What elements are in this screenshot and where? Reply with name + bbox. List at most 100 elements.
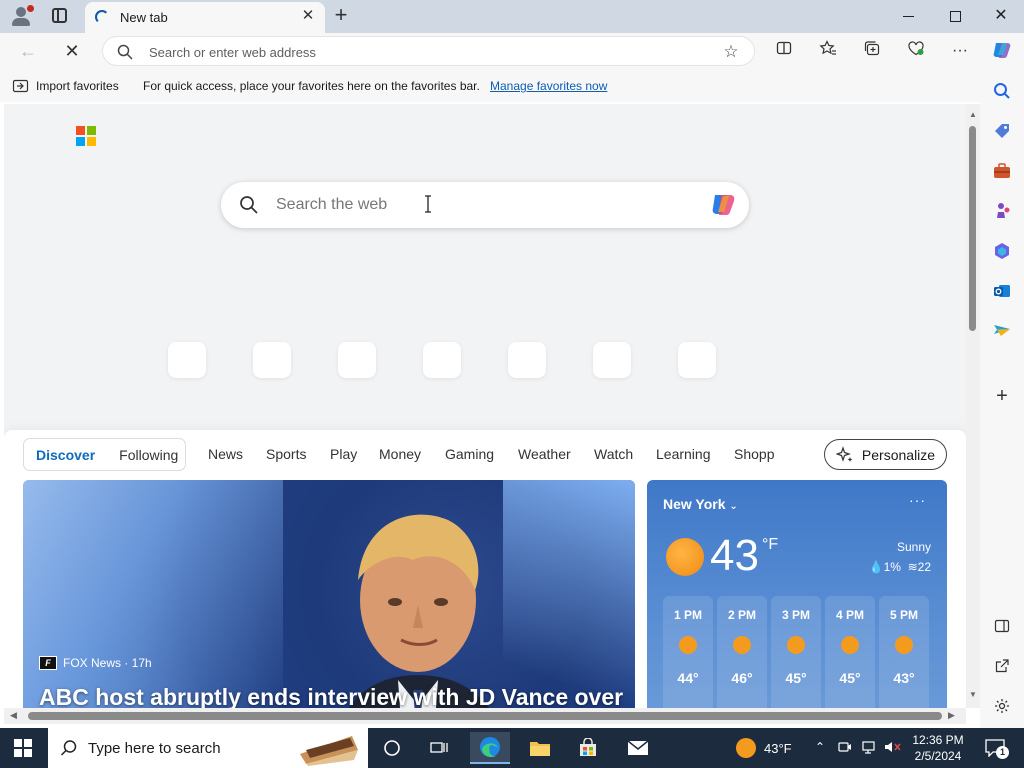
personalize-button[interactable]: Personalize [824,439,947,470]
tab-shopping[interactable]: Shopp [734,446,774,462]
scrollbar-thumb[interactable] [969,126,976,331]
sunny-icon [733,636,751,654]
import-favorites-button[interactable]: Import favorites [12,77,119,95]
news-photo [348,514,489,708]
volume-muted-icon[interactable] [884,740,902,757]
sunny-icon [666,538,704,576]
sidebar-search-icon[interactable] [990,79,1014,103]
browser-essentials-icon[interactable] [904,40,928,62]
taskbar-search-box[interactable]: Type here to search [48,728,368,768]
cortana-icon[interactable] [372,732,412,764]
web-search-input[interactable] [276,195,676,215]
favorites-icon[interactable] [816,40,840,62]
new-tab-button[interactable]: + [331,4,351,26]
back-button[interactable]: ← [17,40,39,62]
file-explorer-icon[interactable] [520,732,560,764]
settings-more-icon[interactable]: ··· [948,40,972,62]
more-options-icon[interactable]: ··· [909,492,926,508]
sidebar-external-link-icon[interactable] [990,654,1014,678]
tab-close-icon[interactable]: ✕ [300,8,316,24]
quick-link-tile[interactable] [423,342,461,378]
vertical-scrollbar[interactable]: ▲ ▼ [966,104,980,708]
microsoft-store-icon[interactable] [568,732,608,764]
tab-learning[interactable]: Learning [656,446,711,462]
scroll-down-icon[interactable]: ▼ [969,690,977,699]
current-temperature: 43 [710,531,759,580]
tab-sports[interactable]: Sports [266,446,306,462]
weather-condition: Sunny [896,540,931,554]
tab-watch[interactable]: Watch [594,446,633,462]
profile-icon[interactable] [8,5,34,27]
scroll-right-icon[interactable]: ▶ [948,710,955,721]
tab-money[interactable]: Money [379,446,421,462]
news-headline[interactable]: ABC host abruptly ends interview with JD… [39,684,623,708]
add-favorite-star-icon[interactable]: ☆ [721,42,741,62]
copilot-icon[interactable] [708,191,738,219]
quick-link-tile[interactable] [338,342,376,378]
web-search-box[interactable] [221,182,749,228]
windows-start-icon[interactable] [14,739,32,757]
hourly-forecast-item: 5 PM 43° [879,596,929,708]
sidebar-send-icon[interactable] [990,319,1014,343]
address-input[interactable] [149,43,709,61]
search-highlight-pie-icon [300,736,358,766]
address-bar[interactable]: ☆ [102,36,755,66]
sunny-icon [736,738,756,758]
task-view-icon[interactable] [420,732,460,764]
network-icon[interactable] [862,740,878,757]
import-favorites-label: Import favorites [36,79,119,93]
weather-card[interactable]: New York ⌄ ··· 43 °F Sunny 💧1% ≋22 1 PM 4… [647,480,947,708]
tab-actions-icon[interactable] [52,8,67,23]
tab-gaming[interactable]: Gaming [445,446,494,462]
tab-new-tab[interactable]: New tab ✕ [85,2,325,33]
weather-location[interactable]: New York ⌄ [663,496,738,512]
manage-favorites-link[interactable]: Manage favorites now [490,79,607,93]
quick-link-tile[interactable] [508,342,546,378]
collections-icon[interactable] [860,40,884,62]
tab-news[interactable]: News [208,446,243,462]
sidebar-add-icon[interactable]: + [990,384,1014,408]
taskbar-clock[interactable]: 12:36 PM 2/5/2024 [908,732,968,764]
new-tab-page: Discover Following News Sports Play Mone… [4,104,966,708]
quick-link-tile[interactable] [168,342,206,378]
hero-news-card[interactable]: F FOX News · 17h ABC host abruptly ends … [23,480,635,708]
news-source-label: FOX News · 17h [63,656,152,670]
microsoft-logo [76,126,96,146]
horizontal-scrollbar[interactable]: ◀ ▶ [4,708,966,724]
windows-taskbar: Type here to search 43°F ⌃ 12:36 PM 2/5/… [0,728,1024,768]
tab-weather[interactable]: Weather [518,446,571,462]
sidebar-games-chess-icon[interactable] [990,199,1014,223]
sidebar-shopping-tag-icon[interactable] [990,119,1014,143]
scrollbar-thumb[interactable] [28,712,942,720]
sidebar-microsoft365-icon[interactable] [990,239,1014,263]
maximize-button[interactable] [944,6,966,26]
meet-now-icon[interactable] [838,740,852,757]
show-hidden-icons-chevron-icon[interactable]: ⌃ [815,740,825,754]
minimize-button[interactable] [898,6,920,26]
taskbar-search-placeholder: Type here to search [88,740,221,757]
sidebar-outlook-icon[interactable] [990,279,1014,303]
quick-link-tile[interactable] [253,342,291,378]
sunny-icon [679,636,697,654]
tab-following[interactable]: Following [107,447,190,463]
stop-loading-button[interactable]: ✕ [61,40,83,62]
tab-title: New tab [120,10,168,25]
split-screen-icon[interactable] [772,40,796,62]
copilot-icon[interactable] [990,40,1014,62]
notification-center-icon[interactable]: 1 [980,732,1010,764]
taskbar-weather-widget[interactable]: 43°F [736,732,812,764]
notification-count-badge: 1 [996,746,1009,759]
search-icon [117,44,133,60]
quick-link-tile[interactable] [593,342,631,378]
tab-play[interactable]: Play [330,446,357,462]
close-window-button[interactable]: ✕ [990,6,1012,26]
sidebar-hide-icon[interactable] [990,614,1014,638]
mail-icon[interactable] [618,732,658,764]
tab-discover[interactable]: Discover [24,447,107,463]
quick-link-tile[interactable] [678,342,716,378]
scroll-left-icon[interactable]: ◀ [10,710,17,721]
sidebar-tools-briefcase-icon[interactable] [990,159,1014,183]
scroll-up-icon[interactable]: ▲ [969,110,977,119]
edge-taskbar-icon[interactable] [470,732,510,764]
sidebar-settings-gear-icon[interactable] [990,694,1014,718]
